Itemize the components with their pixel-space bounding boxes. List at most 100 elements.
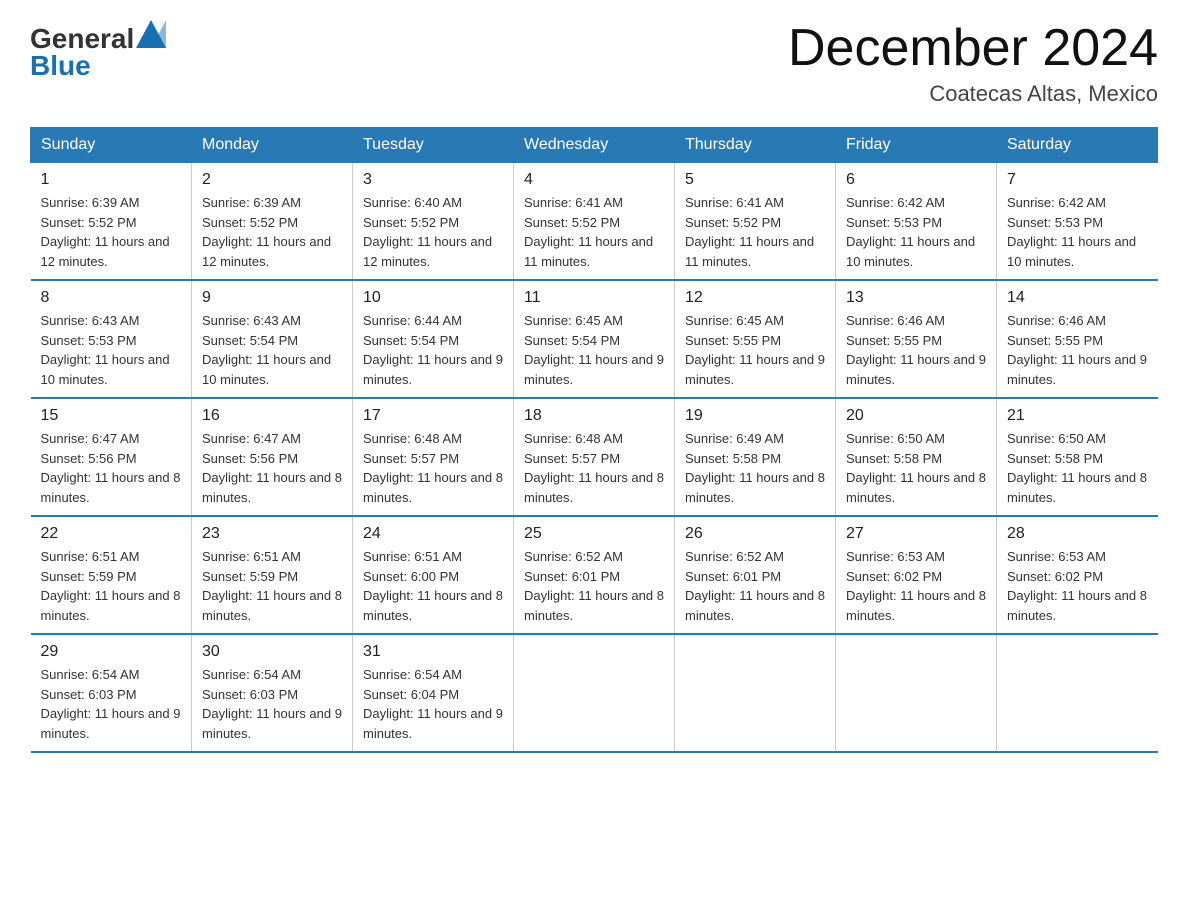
- calendar-day-cell: 15 Sunrise: 6:47 AM Sunset: 5:56 PM Dayl…: [31, 398, 192, 516]
- logo: General Blue: [30, 20, 166, 82]
- calendar-day-cell: 21 Sunrise: 6:50 AM Sunset: 5:58 PM Dayl…: [997, 398, 1158, 516]
- calendar-week-row: 22 Sunrise: 6:51 AM Sunset: 5:59 PM Dayl…: [31, 516, 1158, 634]
- calendar-day-cell: [675, 634, 836, 752]
- day-number: 1: [41, 171, 182, 189]
- month-title: December 2024: [788, 20, 1158, 77]
- calendar-day-cell: 12 Sunrise: 6:45 AM Sunset: 5:55 PM Dayl…: [675, 280, 836, 398]
- calendar-day-cell: 6 Sunrise: 6:42 AM Sunset: 5:53 PM Dayli…: [836, 163, 997, 281]
- day-number: 10: [363, 289, 503, 307]
- day-info: Sunrise: 6:42 AM Sunset: 5:53 PM Dayligh…: [1007, 193, 1148, 271]
- day-number: 22: [41, 525, 182, 543]
- calendar-day-cell: 8 Sunrise: 6:43 AM Sunset: 5:53 PM Dayli…: [31, 280, 192, 398]
- day-number: 21: [1007, 407, 1148, 425]
- calendar-day-cell: 31 Sunrise: 6:54 AM Sunset: 6:04 PM Dayl…: [353, 634, 514, 752]
- calendar-day-cell: 2 Sunrise: 6:39 AM Sunset: 5:52 PM Dayli…: [192, 163, 353, 281]
- calendar-day-cell: 11 Sunrise: 6:45 AM Sunset: 5:54 PM Dayl…: [514, 280, 675, 398]
- day-number: 24: [363, 525, 503, 543]
- day-info: Sunrise: 6:50 AM Sunset: 5:58 PM Dayligh…: [1007, 429, 1148, 507]
- calendar-day-cell: [836, 634, 997, 752]
- day-number: 25: [524, 525, 664, 543]
- day-number: 17: [363, 407, 503, 425]
- day-number: 9: [202, 289, 342, 307]
- calendar-day-cell: 5 Sunrise: 6:41 AM Sunset: 5:52 PM Dayli…: [675, 163, 836, 281]
- location: Coatecas Altas, Mexico: [788, 81, 1158, 107]
- day-number: 23: [202, 525, 342, 543]
- day-number: 19: [685, 407, 825, 425]
- calendar-week-row: 29 Sunrise: 6:54 AM Sunset: 6:03 PM Dayl…: [31, 634, 1158, 752]
- day-info: Sunrise: 6:43 AM Sunset: 5:53 PM Dayligh…: [41, 311, 182, 389]
- day-info: Sunrise: 6:50 AM Sunset: 5:58 PM Dayligh…: [846, 429, 986, 507]
- day-number: 13: [846, 289, 986, 307]
- calendar-header-row: SundayMondayTuesdayWednesdayThursdayFrid…: [31, 128, 1158, 163]
- day-number: 12: [685, 289, 825, 307]
- day-number: 28: [1007, 525, 1148, 543]
- calendar-day-cell: 20 Sunrise: 6:50 AM Sunset: 5:58 PM Dayl…: [836, 398, 997, 516]
- day-info: Sunrise: 6:40 AM Sunset: 5:52 PM Dayligh…: [363, 193, 503, 271]
- day-info: Sunrise: 6:45 AM Sunset: 5:54 PM Dayligh…: [524, 311, 664, 389]
- calendar-day-cell: 9 Sunrise: 6:43 AM Sunset: 5:54 PM Dayli…: [192, 280, 353, 398]
- logo-triangle-icon: [136, 20, 166, 48]
- day-info: Sunrise: 6:53 AM Sunset: 6:02 PM Dayligh…: [1007, 547, 1148, 625]
- day-info: Sunrise: 6:51 AM Sunset: 5:59 PM Dayligh…: [202, 547, 342, 625]
- day-info: Sunrise: 6:39 AM Sunset: 5:52 PM Dayligh…: [41, 193, 182, 271]
- day-info: Sunrise: 6:46 AM Sunset: 5:55 PM Dayligh…: [1007, 311, 1148, 389]
- day-info: Sunrise: 6:39 AM Sunset: 5:52 PM Dayligh…: [202, 193, 342, 271]
- day-number: 11: [524, 289, 664, 307]
- day-number: 15: [41, 407, 182, 425]
- calendar-day-cell: 30 Sunrise: 6:54 AM Sunset: 6:03 PM Dayl…: [192, 634, 353, 752]
- day-info: Sunrise: 6:45 AM Sunset: 5:55 PM Dayligh…: [685, 311, 825, 389]
- title-section: December 2024 Coatecas Altas, Mexico: [788, 20, 1158, 107]
- calendar-day-cell: 22 Sunrise: 6:51 AM Sunset: 5:59 PM Dayl…: [31, 516, 192, 634]
- day-number: 4: [524, 171, 664, 189]
- calendar-header-wednesday: Wednesday: [514, 128, 675, 163]
- day-number: 27: [846, 525, 986, 543]
- day-info: Sunrise: 6:51 AM Sunset: 6:00 PM Dayligh…: [363, 547, 503, 625]
- calendar-header-monday: Monday: [192, 128, 353, 163]
- day-info: Sunrise: 6:48 AM Sunset: 5:57 PM Dayligh…: [524, 429, 664, 507]
- calendar-day-cell: 1 Sunrise: 6:39 AM Sunset: 5:52 PM Dayli…: [31, 163, 192, 281]
- calendar-day-cell: 24 Sunrise: 6:51 AM Sunset: 6:00 PM Dayl…: [353, 516, 514, 634]
- day-info: Sunrise: 6:41 AM Sunset: 5:52 PM Dayligh…: [524, 193, 664, 271]
- day-number: 26: [685, 525, 825, 543]
- day-number: 2: [202, 171, 342, 189]
- calendar-day-cell: 16 Sunrise: 6:47 AM Sunset: 5:56 PM Dayl…: [192, 398, 353, 516]
- calendar-week-row: 1 Sunrise: 6:39 AM Sunset: 5:52 PM Dayli…: [31, 163, 1158, 281]
- calendar-day-cell: [997, 634, 1158, 752]
- day-number: 30: [202, 643, 342, 661]
- calendar-day-cell: 23 Sunrise: 6:51 AM Sunset: 5:59 PM Dayl…: [192, 516, 353, 634]
- calendar-header-saturday: Saturday: [997, 128, 1158, 163]
- day-info: Sunrise: 6:52 AM Sunset: 6:01 PM Dayligh…: [524, 547, 664, 625]
- day-info: Sunrise: 6:52 AM Sunset: 6:01 PM Dayligh…: [685, 547, 825, 625]
- calendar-header-thursday: Thursday: [675, 128, 836, 163]
- calendar-day-cell: 28 Sunrise: 6:53 AM Sunset: 6:02 PM Dayl…: [997, 516, 1158, 634]
- calendar-day-cell: 3 Sunrise: 6:40 AM Sunset: 5:52 PM Dayli…: [353, 163, 514, 281]
- day-info: Sunrise: 6:47 AM Sunset: 5:56 PM Dayligh…: [41, 429, 182, 507]
- calendar-day-cell: 18 Sunrise: 6:48 AM Sunset: 5:57 PM Dayl…: [514, 398, 675, 516]
- day-number: 8: [41, 289, 182, 307]
- calendar-week-row: 15 Sunrise: 6:47 AM Sunset: 5:56 PM Dayl…: [31, 398, 1158, 516]
- calendar-day-cell: 13 Sunrise: 6:46 AM Sunset: 5:55 PM Dayl…: [836, 280, 997, 398]
- day-info: Sunrise: 6:44 AM Sunset: 5:54 PM Dayligh…: [363, 311, 503, 389]
- day-number: 5: [685, 171, 825, 189]
- calendar-day-cell: 29 Sunrise: 6:54 AM Sunset: 6:03 PM Dayl…: [31, 634, 192, 752]
- calendar-day-cell: 7 Sunrise: 6:42 AM Sunset: 5:53 PM Dayli…: [997, 163, 1158, 281]
- calendar-day-cell: 10 Sunrise: 6:44 AM Sunset: 5:54 PM Dayl…: [353, 280, 514, 398]
- day-number: 29: [41, 643, 182, 661]
- calendar-day-cell: 25 Sunrise: 6:52 AM Sunset: 6:01 PM Dayl…: [514, 516, 675, 634]
- day-info: Sunrise: 6:48 AM Sunset: 5:57 PM Dayligh…: [363, 429, 503, 507]
- day-number: 16: [202, 407, 342, 425]
- day-info: Sunrise: 6:53 AM Sunset: 6:02 PM Dayligh…: [846, 547, 986, 625]
- day-number: 31: [363, 643, 503, 661]
- day-number: 18: [524, 407, 664, 425]
- day-number: 14: [1007, 289, 1148, 307]
- day-info: Sunrise: 6:46 AM Sunset: 5:55 PM Dayligh…: [846, 311, 986, 389]
- day-info: Sunrise: 6:49 AM Sunset: 5:58 PM Dayligh…: [685, 429, 825, 507]
- page-header: General Blue December 2024 Coatecas Alta…: [30, 20, 1158, 107]
- calendar-day-cell: 4 Sunrise: 6:41 AM Sunset: 5:52 PM Dayli…: [514, 163, 675, 281]
- calendar-day-cell: 17 Sunrise: 6:48 AM Sunset: 5:57 PM Dayl…: [353, 398, 514, 516]
- logo-blue: Blue: [30, 50, 91, 81]
- calendar-day-cell: 27 Sunrise: 6:53 AM Sunset: 6:02 PM Dayl…: [836, 516, 997, 634]
- calendar-header-sunday: Sunday: [31, 128, 192, 163]
- day-number: 20: [846, 407, 986, 425]
- day-info: Sunrise: 6:54 AM Sunset: 6:04 PM Dayligh…: [363, 665, 503, 743]
